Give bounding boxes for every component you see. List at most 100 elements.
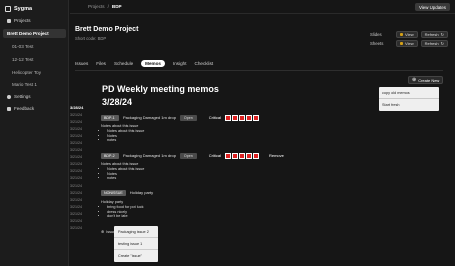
date-item[interactable]: 3/21/24 [70, 225, 96, 232]
button-label: View [405, 31, 414, 37]
issue-row: BDP-2 Packaging Damaged 1m drop Open Cri… [101, 152, 284, 159]
sidebar-item-label: Settings [14, 94, 31, 99]
issue-notes[interactable]: Notes about this issue Notes about this … [101, 162, 144, 181]
dropdown-item-testing-issue-1[interactable]: testing issue 1 [114, 238, 158, 250]
memo-date: 3/28/24 [102, 97, 133, 107]
sidebar-item-12-12-test[interactable]: 12-12 Test [3, 55, 66, 64]
issue-status[interactable]: Open [179, 114, 197, 121]
sheets-label: Sheets [370, 40, 384, 46]
date-item[interactable]: 3/21/24 [70, 161, 96, 168]
severity-box[interactable] [231, 152, 238, 159]
issue-status[interactable]: Open [179, 152, 197, 159]
sidebar-item-label: Helicopter Toy [12, 70, 42, 75]
sidebar-item-settings[interactable]: Settings [3, 92, 66, 101]
sidebar-item-01-03-test[interactable]: 01-03 Test [3, 42, 66, 51]
dropdown-item-create-issue[interactable]: Create "issue" [114, 250, 158, 262]
severity-box[interactable] [245, 152, 252, 159]
sidebar-item-label: Mario Test 1 [12, 82, 37, 87]
date-item[interactable]: 3/28/24 [70, 104, 96, 111]
button-label: Refresh [424, 31, 439, 37]
tab-memos[interactable]: Memos [141, 60, 165, 67]
date-item[interactable]: 3/21/24 [70, 111, 96, 118]
refresh-icon: ↻ [440, 40, 444, 46]
list-item: bring food for pot luck [107, 205, 144, 210]
tab-checklist[interactable]: Checklist [195, 61, 214, 66]
date-item[interactable]: 3/21/24 [70, 182, 96, 189]
button-label: Create New [418, 77, 440, 83]
severity-boxes[interactable] [224, 152, 259, 159]
severity-boxes[interactable] [224, 114, 259, 121]
tab-bar: Issues Files Schedule Memos Insight Chec… [75, 59, 213, 68]
tab-issues[interactable]: Issues [75, 61, 88, 66]
date-item[interactable]: 3/21/24 [70, 203, 96, 210]
tab-schedule[interactable]: Schedule [114, 61, 133, 66]
refresh-icon: ↻ [440, 31, 444, 37]
list-item: Notes about this issue [107, 167, 144, 172]
tab-files[interactable]: Files [96, 61, 106, 66]
menu-item-copy-old-memos[interactable]: copy old memos [379, 87, 439, 99]
sidebar-item-mario-test-1[interactable]: Mario Test 1 [3, 80, 66, 89]
sidebar-item-label: 01-03 Test [12, 44, 34, 49]
notes-heading: Notes about this issue [101, 124, 139, 128]
app-name: Sygma [14, 6, 33, 12]
severity-box[interactable] [231, 114, 238, 121]
severity-box[interactable] [238, 114, 245, 121]
slides-refresh-button[interactable]: Refresh ↻ [420, 30, 448, 38]
sygma-logo-icon [5, 6, 11, 12]
list-item: Notes about this issue [107, 129, 144, 134]
create-new-button[interactable]: ⊕ Create New [408, 76, 444, 84]
issue-title: Packaging Damaged 1m drop [123, 115, 176, 120]
issue-code-chip[interactable]: BDP-2 [101, 152, 119, 159]
date-item[interactable]: 3/21/24 [70, 139, 96, 146]
severity-box[interactable] [245, 114, 252, 121]
view-updates-button[interactable]: View Updates [414, 3, 450, 11]
brand: Sygma [5, 4, 32, 14]
sheets-view-button[interactable]: View [396, 39, 418, 47]
nonissue-row: NONISSUE Holiday party [101, 189, 153, 196]
date-item[interactable]: 3/21/24 [70, 175, 96, 182]
severity-box[interactable] [252, 114, 259, 121]
issue-notes[interactable]: Notes about this issue Notes about this … [101, 124, 144, 143]
button-label: Refresh [424, 40, 439, 46]
severity-box[interactable] [224, 114, 231, 121]
severity-box[interactable] [252, 152, 259, 159]
folder-icon [7, 18, 11, 23]
severity-box[interactable] [224, 152, 231, 159]
date-item[interactable]: 3/21/24 [70, 196, 96, 203]
issue-title: Packaging Damaged 1m drop [123, 153, 176, 158]
slides-link-row: Slides View Refresh ↻ [370, 30, 448, 38]
date-item[interactable]: 3/21/24 [70, 125, 96, 132]
date-item[interactable]: 3/21/24 [70, 218, 96, 225]
nonissue-chip[interactable]: NONISSUE [101, 189, 126, 196]
date-item[interactable]: 3/21/24 [70, 210, 96, 217]
sidebar-item-brett-demo-project[interactable]: Brett Demo Project [3, 29, 66, 38]
date-item[interactable]: 3/21/24 [70, 147, 96, 154]
severity-box[interactable] [238, 152, 245, 159]
file-icon [400, 41, 403, 45]
date-item[interactable]: 3/21/24 [70, 132, 96, 139]
slides-view-button[interactable]: View [396, 30, 418, 38]
severity-label: Critical [208, 153, 221, 158]
remove-button[interactable]: Remove [269, 153, 284, 158]
date-item[interactable]: 3/21/24 [70, 154, 96, 161]
list-item: don't be late [107, 214, 144, 219]
page-title: Brett Demo Project [75, 26, 139, 33]
nonissue-notes[interactable]: Holiday party bring food for pot luck dr… [101, 200, 144, 219]
tab-insight[interactable]: Insight [173, 61, 187, 66]
sidebar-item-helicopter-toy[interactable]: Helicopter Toy [3, 68, 66, 77]
sidebar-item-feedback[interactable]: Feedback [3, 104, 66, 113]
notes-heading: Holiday party [101, 200, 124, 204]
date-item[interactable]: 3/21/24 [70, 118, 96, 125]
sheets-refresh-button[interactable]: Refresh ↻ [420, 39, 448, 47]
dropdown-item-packaging-issue-2[interactable]: Packaging issue 2 [114, 226, 158, 238]
severity-label: Critical [208, 115, 221, 120]
breadcrumb-separator: / [107, 4, 109, 9]
breadcrumb-projects[interactable]: Projects [88, 4, 105, 9]
issue-code-chip[interactable]: BDP-1 [101, 114, 119, 121]
memo-title: PD Weekly meeting memos [102, 84, 219, 94]
sidebar-item-projects[interactable]: Projects [3, 16, 66, 25]
date-item[interactable]: 3/21/24 [70, 189, 96, 196]
date-item[interactable]: 3/21/24 [70, 168, 96, 175]
list-item: notes [107, 176, 144, 181]
menu-item-start-fresh[interactable]: Start fresh [379, 99, 439, 111]
